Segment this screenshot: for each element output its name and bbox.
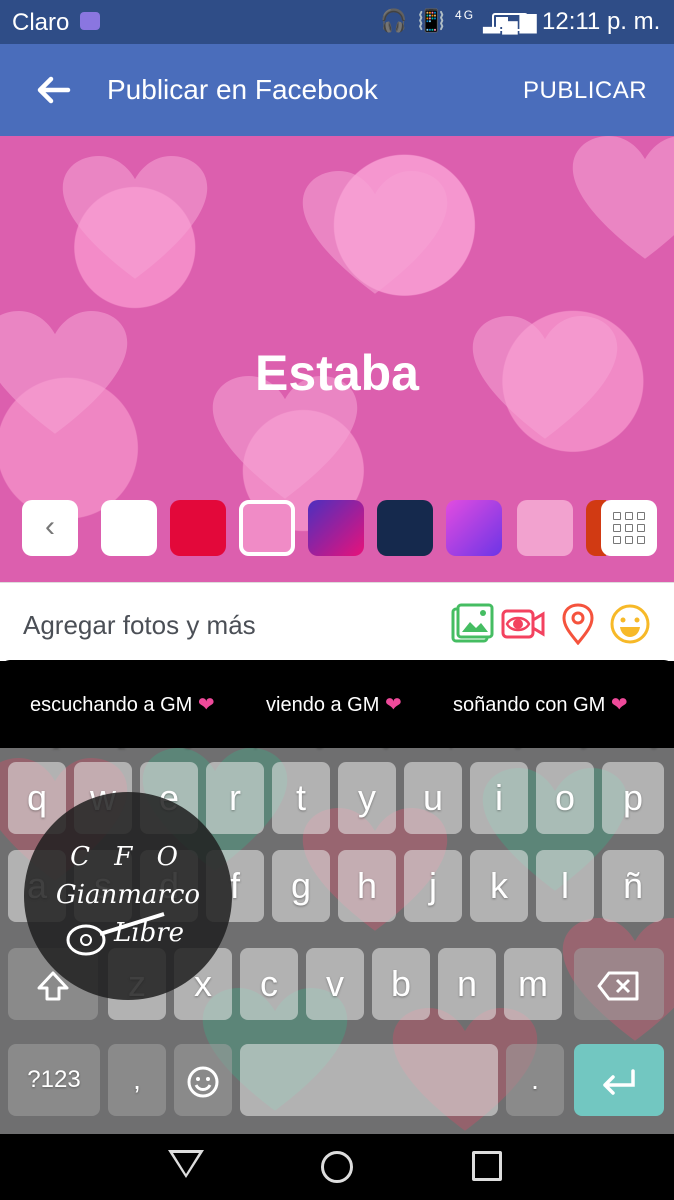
swatch-collapse-button[interactable]: ‹ [22,500,78,556]
emoji-key[interactable] [174,1044,232,1116]
photo-icon[interactable] [450,603,494,645]
message-notification-icon [80,12,100,30]
post-composer[interactable]: Estaba ‹ [0,136,674,582]
swatch-pink-pattern[interactable] [517,500,573,556]
carrier-name: Claro [12,9,70,36]
comma-key[interactable]: , [108,1044,166,1116]
key-k[interactable]: k [470,850,528,922]
key-c[interactable]: c [240,948,298,1020]
key-l[interactable]: l [536,850,594,922]
heart-decoration-icon [572,136,674,259]
swatch-navy[interactable] [377,500,433,556]
enter-key[interactable] [574,1044,664,1116]
watermark-line-3: Libre [114,918,185,948]
key-v[interactable]: v [306,948,364,1020]
enter-arrow-icon [603,1069,635,1096]
key-u[interactable]: u7 [404,748,462,834]
key-h[interactable]: h [338,850,396,922]
add-media-bar: Agregar fotos y más [0,582,674,661]
key-i[interactable]: i8 [470,748,528,834]
swatch-purple-red-gradient[interactable] [308,500,364,556]
key-y[interactable]: y6 [338,748,396,834]
add-media-label[interactable]: Agregar fotos y más [23,610,256,641]
location-pin-icon[interactable] [556,603,600,645]
swatch-red[interactable] [170,500,226,556]
publish-button[interactable]: PUBLICAR [523,77,647,105]
smiley-icon [187,1066,219,1098]
key-g[interactable]: g [272,850,330,922]
swatch-purple-gradient[interactable] [446,500,502,556]
all-backgrounds-button[interactable] [601,500,657,556]
suggestion-item[interactable]: escuchando a GM ❤ [30,692,215,717]
key-o[interactable]: o9 [536,748,594,834]
clock: 12:11 p. m. [542,8,661,35]
heart-emoji-icon: ❤ [610,694,628,716]
key-m[interactable]: m [504,948,562,1020]
symbols-key[interactable]: ?123 [8,1044,100,1116]
system-nav-bar [0,1134,674,1200]
nav-home-circle-icon[interactable] [321,1151,353,1183]
page-title: Publicar en Facebook [107,74,378,105]
app-bar: Publicar en Facebook PUBLICAR [0,44,674,136]
heart-decoration-icon [302,171,448,294]
emoji-feeling-icon[interactable] [608,603,652,645]
suggestion-item[interactable]: soñando con GM ❤ [453,692,628,717]
space-bar[interactable] [240,1044,498,1116]
watermark-line-1: C F O [70,842,186,872]
key-enye[interactable]: ñ [602,850,664,922]
key-t[interactable]: t5 [272,748,330,834]
status-bar: Claro 🎧 📳 4G ▂▄▆ 12:11 p. m. [0,0,674,44]
video-icon[interactable] [501,603,545,645]
nav-recents-square-icon[interactable] [472,1151,502,1181]
nav-back-triangle-icon[interactable] [168,1150,204,1178]
heart-emoji-icon: ❤ [197,694,215,716]
heart-emoji-icon: ❤ [384,694,402,716]
period-key[interactable]: . [506,1044,564,1116]
battery-icon [492,13,528,31]
grid-icon [613,512,645,544]
swatch-hearts-selected[interactable] [239,500,295,556]
background-swatch-row: ‹ [0,500,674,560]
key-n[interactable]: n [438,948,496,1020]
watermark-line-2: Gianmarco [55,880,201,910]
network-type: 4G [455,8,476,22]
post-text[interactable]: Estaba [0,344,674,402]
back-arrow-icon[interactable] [34,70,74,110]
suggestion-item[interactable]: viendo a GM ❤ [266,692,402,717]
key-j[interactable]: j [404,850,462,922]
backspace-key[interactable] [574,948,664,1020]
swatch-white[interactable] [101,500,157,556]
heart-decoration-icon [62,156,208,279]
key-p[interactable]: p0 [602,748,664,834]
watermark-logo: C F O Gianmarco Libre [24,792,232,1000]
backspace-icon [597,971,639,1001]
key-r[interactable]: r4 [206,748,264,834]
key-b[interactable]: b [372,948,430,1020]
suggestion-strip: escuchando a GM ❤ viendo a GM ❤ soñando … [0,660,674,748]
